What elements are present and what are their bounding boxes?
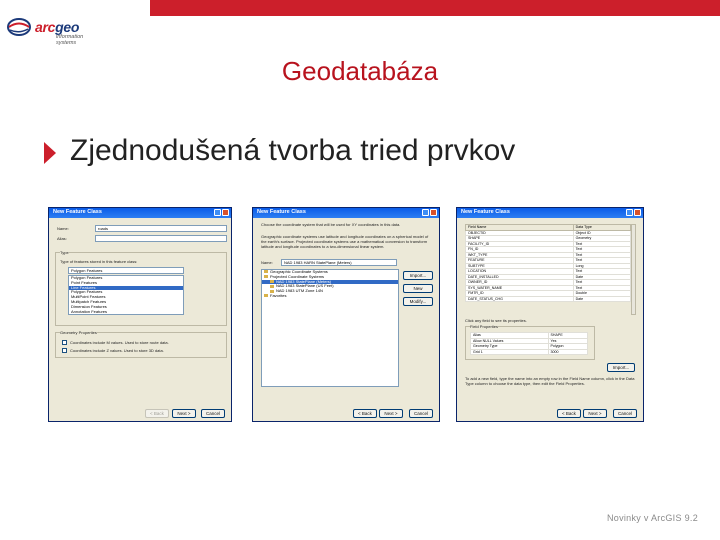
property-value-cell[interactable]: 3000 bbox=[547, 348, 589, 355]
dialog-title: New Feature Class bbox=[461, 209, 510, 215]
field-properties-hint: Click any field to see its properties. bbox=[465, 318, 527, 323]
field-properties-group: Field Properties Alias SHAPE Allow NULL V… bbox=[465, 324, 595, 360]
logo-wordmark: arcgeo bbox=[35, 19, 80, 35]
type-prompt: Type of features stored in this feature … bbox=[60, 259, 138, 264]
name-label: Name: bbox=[57, 226, 69, 231]
new-button[interactable]: New bbox=[403, 284, 433, 293]
slide-title: Geodatabáza bbox=[281, 56, 439, 86]
next-button[interactable]: Next > bbox=[172, 409, 196, 418]
folder-icon bbox=[264, 270, 268, 274]
geometry-group-label: Geometry Properties bbox=[60, 330, 97, 335]
name-field[interactable]: roads bbox=[95, 225, 227, 232]
type-group: Type Type of features stored in this fea… bbox=[55, 250, 227, 326]
globe-icon bbox=[7, 18, 31, 36]
field-properties-label: Field Properties bbox=[470, 324, 499, 329]
m-values-label: Coordinates include M values. Used to st… bbox=[70, 340, 169, 345]
help-icon[interactable] bbox=[214, 209, 221, 216]
m-values-checkbox[interactable] bbox=[62, 340, 67, 345]
feature-type-select[interactable]: Polygon Features bbox=[68, 267, 184, 274]
globe-small-icon bbox=[270, 280, 274, 284]
globe-small-icon bbox=[270, 284, 274, 288]
help-icon[interactable] bbox=[422, 209, 429, 216]
back-button[interactable]: < Back bbox=[145, 409, 169, 418]
z-values-checkbox[interactable] bbox=[62, 348, 67, 353]
dialog-titlebar: New Feature Class bbox=[457, 208, 643, 218]
dialog-titlebar: New Feature Class bbox=[253, 208, 439, 218]
folder-icon bbox=[264, 275, 268, 279]
coordinate-system-name-field[interactable]: NAD 1983 HARN StatePlane (Meters) bbox=[281, 259, 397, 266]
bullet-text: Zjednodušená tvorba tried prvkov bbox=[70, 134, 516, 167]
arcgeo-logo: arcgeo information systems bbox=[6, 17, 116, 47]
modify-button[interactable]: Modify... bbox=[403, 297, 433, 306]
back-button[interactable]: < Back bbox=[353, 409, 377, 418]
field-name-cell[interactable]: DATE_STATUS_CHG bbox=[465, 295, 574, 302]
list-item[interactable]: Annotation Features bbox=[69, 309, 183, 314]
fields-table[interactable]: Field Name Data Type OBJECTID Object ID SH… bbox=[465, 224, 632, 302]
import-button[interactable]: Import... bbox=[607, 363, 635, 372]
footer-text: Novinky v ArcGIS 9.2 bbox=[606, 513, 698, 523]
finish-button[interactable]: Next > bbox=[583, 409, 607, 418]
alias-label: Alias: bbox=[57, 236, 67, 241]
coordinate-system-tree[interactable]: Geographic Coordinate Systems Projected … bbox=[261, 269, 399, 387]
import-button[interactable]: Import... bbox=[403, 271, 433, 280]
close-icon[interactable] bbox=[634, 209, 641, 216]
folder-icon bbox=[264, 294, 268, 298]
add-field-hint: To add a new field, type the name into a… bbox=[465, 376, 635, 386]
table-scrollbar[interactable] bbox=[631, 224, 636, 315]
logo-subtitle: information systems bbox=[56, 34, 84, 46]
dialog-title: New Feature Class bbox=[53, 209, 102, 215]
intro-description: Geographic coordinate systems use latitu… bbox=[261, 234, 429, 249]
back-button[interactable]: < Back bbox=[557, 409, 581, 418]
new-feature-class-dialog-fields: New Feature Class Field Name Data Type OB… bbox=[456, 207, 644, 422]
help-icon[interactable] bbox=[626, 209, 633, 216]
type-group-label: Type bbox=[60, 250, 69, 255]
cancel-button[interactable]: Cancel bbox=[201, 409, 225, 418]
property-name-cell: Grid 1 bbox=[470, 348, 549, 355]
z-values-label: Coordinates include Z values. Used to st… bbox=[70, 348, 164, 353]
next-button[interactable]: Next > bbox=[379, 409, 403, 418]
top-accent-bar bbox=[0, 0, 720, 16]
cancel-button[interactable]: Cancel bbox=[613, 409, 637, 418]
data-type-cell[interactable]: Date bbox=[572, 295, 632, 302]
dialog-titlebar: New Feature Class bbox=[49, 208, 231, 218]
geometry-properties-group: Geometry Properties Coordinates include … bbox=[55, 330, 227, 358]
alias-field[interactable] bbox=[95, 235, 227, 242]
dialog-title: New Feature Class bbox=[257, 209, 306, 215]
bullet-arrow-icon bbox=[44, 142, 56, 164]
feature-type-dropdown-list[interactable]: Polygon Features Point Features Line Fea… bbox=[68, 275, 184, 315]
close-icon[interactable] bbox=[430, 209, 437, 216]
new-feature-class-dialog-name: New Feature Class Name: roads Alias: Typ… bbox=[48, 207, 232, 422]
new-feature-class-dialog-coordinates: New Feature Class Choose the coordinate … bbox=[252, 207, 440, 422]
top-bar-logo-area bbox=[0, 0, 150, 16]
tree-item[interactable]: Favorites bbox=[262, 293, 398, 299]
intro-text: Choose the coordinate system that will b… bbox=[261, 222, 401, 227]
close-icon[interactable] bbox=[222, 209, 229, 216]
cancel-button[interactable]: Cancel bbox=[409, 409, 433, 418]
name-label: Name: bbox=[261, 260, 273, 265]
field-properties-table[interactable]: Alias SHAPE Allow NULL Values Yes Geometry… bbox=[470, 332, 589, 355]
